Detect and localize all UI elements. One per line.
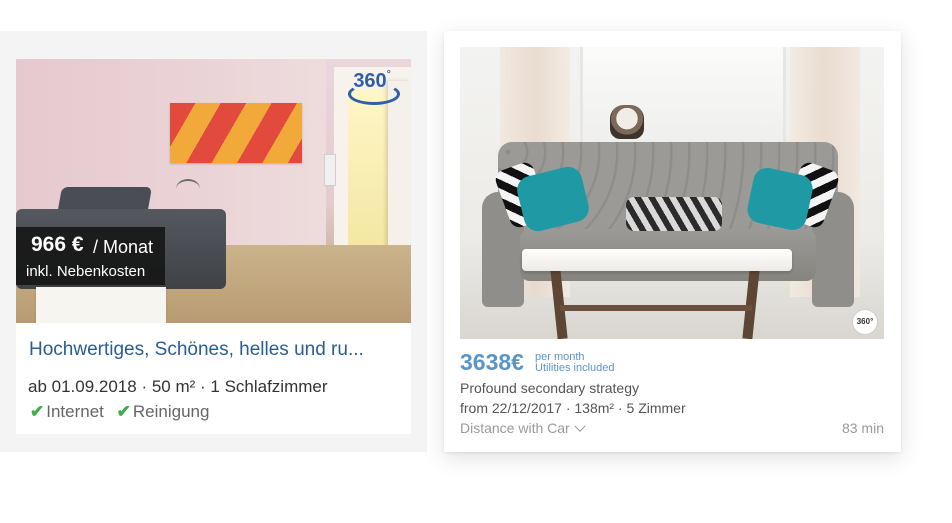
- photo-cat: [610, 105, 644, 139]
- price-overlay: 966 € / Monat inkl. Nebenkosten: [16, 227, 165, 285]
- amenity-internet: ✔ Internet: [30, 402, 104, 421]
- photo-table: [36, 287, 166, 323]
- distance-dropdown[interactable]: Distance with Car: [460, 420, 586, 436]
- listing-card-featured[interactable]: 360° 3638€ per month Utilities included …: [444, 31, 901, 452]
- price: 3638€: [460, 349, 524, 375]
- listing-card[interactable]: 360° 966 € / Monat inkl. Nebenkosten Hoc…: [16, 59, 411, 434]
- check-icon: ✔: [30, 402, 45, 421]
- price-note: inkl. Nebenkosten: [26, 263, 146, 280]
- photo-pillow: [626, 197, 722, 231]
- photo-coffee-table: [522, 249, 792, 271]
- amenities-list: ✔ Internet ✔ Reinigung: [30, 402, 217, 422]
- listing-photo[interactable]: 360° 966 € / Monat inkl. Nebenkosten: [16, 59, 411, 323]
- left-listing-panel: 360° 966 € / Monat inkl. Nebenkosten Hoc…: [0, 31, 427, 452]
- degree-symbol: °: [386, 69, 391, 80]
- photo-door: [388, 81, 410, 271]
- amenity-label: Reinigung: [132, 402, 210, 421]
- distance-label: Distance with Car: [460, 420, 570, 436]
- amenity-cleaning: ✔ Reinigung: [117, 402, 210, 421]
- photo-lamp: [176, 179, 200, 199]
- listing-details: from 22/12/2017 · 138m² · 5 Zimmer: [460, 400, 686, 416]
- travel-duration: 83 min: [841, 420, 884, 436]
- listing-subtitle: Profound secondary strategy: [460, 380, 639, 396]
- price-period: / Monat: [93, 237, 154, 257]
- 360-view-icon[interactable]: 360°: [852, 309, 878, 335]
- price-note: Utilities included: [535, 362, 615, 374]
- listing-title[interactable]: Hochwertiges, Schönes, helles und ru...: [29, 339, 404, 361]
- listing-details: ab 01.09.2018 · 50 m² · 1 Schlafzimmer: [28, 377, 328, 396]
- listing-photo[interactable]: 360°: [460, 47, 884, 339]
- 360-view-icon[interactable]: 360°: [346, 69, 400, 105]
- 360-label: 360: [353, 70, 387, 92]
- chevron-down-icon: [574, 420, 586, 432]
- photo-light-switch: [324, 154, 336, 186]
- check-icon: ✔: [116, 402, 131, 421]
- price: 966 €: [31, 233, 84, 256]
- photo-painting: [170, 103, 302, 163]
- photo-table-rail: [560, 305, 752, 311]
- price-meta: per month Utilities included: [535, 352, 614, 374]
- amenity-label: Internet: [46, 402, 104, 421]
